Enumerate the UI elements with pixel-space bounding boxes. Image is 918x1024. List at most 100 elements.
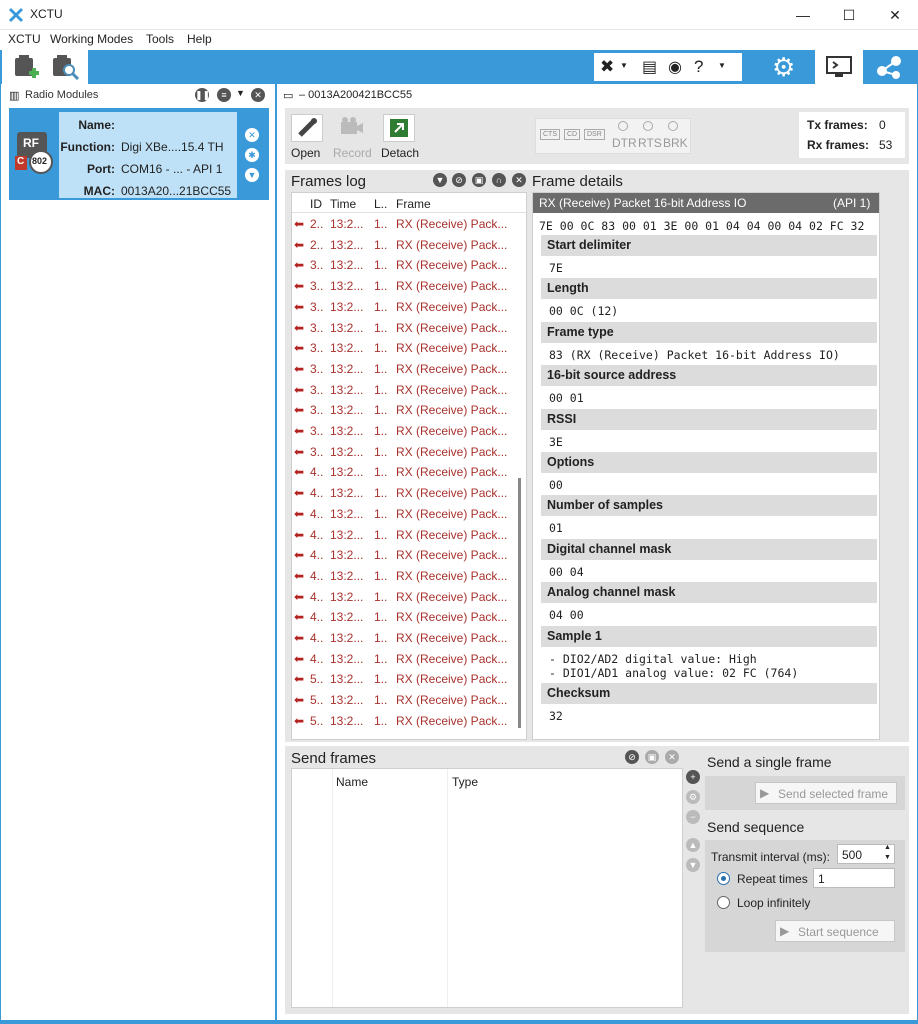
discover-modules-icon[interactable] (50, 54, 80, 80)
spinner-down-icon[interactable]: ▼ (884, 854, 891, 861)
table-row[interactable]: ⬅ 5.. 13:2... 1.. RX (Receive) Pack... (292, 689, 514, 710)
menu-help[interactable]: Help (187, 32, 212, 46)
close-button[interactable]: ✕ (872, 0, 918, 30)
dtr-led[interactable] (618, 121, 628, 131)
table-row[interactable]: ⬅ 3.. 13:2... 1.. RX (Receive) Pack... (292, 399, 514, 420)
table-row[interactable]: ⬅ 3.. 13:2... 1.. RX (Receive) Pack... (292, 441, 514, 462)
console-tab-title[interactable]: – 0013A200421BCC55 (299, 89, 412, 101)
c-badge: C (17, 156, 25, 167)
col-length[interactable]: L.. (374, 197, 387, 211)
minimize-button[interactable]: — (780, 0, 826, 30)
table-row[interactable]: ⬅ 3.. 13:2... 1.. RX (Receive) Pack... (292, 337, 514, 358)
send-selected-frame-button[interactable]: ▶ Send selected frame (755, 782, 897, 804)
row-frame: RX (Receive) Pack... (396, 548, 508, 563)
chevron-down-icon[interactable]: ▼ (236, 88, 245, 98)
table-row[interactable]: ⬅ 4.. 13:2... 1.. RX (Receive) Pack... (292, 461, 514, 482)
table-row[interactable]: ⬅ 5.. 13:2... 1.. RX (Receive) Pack... (292, 710, 514, 731)
remove-module-icon[interactable]: ✕ (245, 128, 259, 142)
save-icon: ▣ (645, 750, 659, 764)
consoles-mode-tab[interactable] (815, 50, 863, 84)
table-row[interactable]: ⬅ 3.. 13:2... 1.. RX (Receive) Pack... (292, 358, 514, 379)
lock-icon[interactable]: ∩ (492, 173, 506, 187)
row-frame: RX (Receive) Pack... (396, 672, 508, 687)
configuration-mode-icon[interactable]: ⚙ (772, 52, 795, 83)
row-id: 5.. (310, 713, 324, 728)
network-mode-icon[interactable] (874, 53, 904, 81)
table-row[interactable]: ⬅ 4.. 13:2... 1.. RX (Receive) Pack... (292, 544, 514, 565)
move-up-icon: ▲ (686, 838, 700, 852)
table-row[interactable]: ⬅ 4.. 13:2... 1.. RX (Receive) Pack... (292, 627, 514, 648)
clear-icon[interactable]: ⊘ (452, 173, 466, 187)
open-connection-icon[interactable] (291, 114, 323, 142)
table-row[interactable]: ⬅ 3.. 13:2... 1.. RX (Receive) Pack... (292, 296, 514, 317)
remove-all-icon[interactable]: ✕ (251, 88, 265, 102)
transmit-interval-input[interactable]: 500 ▲ ▼ (837, 844, 895, 864)
table-row[interactable]: ⬅ 5.. 13:2... 1.. RX (Receive) Pack... (292, 668, 514, 689)
frames-log-scrollbar[interactable] (518, 478, 521, 728)
table-row[interactable]: ⬅ 3.. 13:2... 1.. RX (Receive) Pack... (292, 275, 514, 296)
start-sequence-button[interactable]: ▶ Start sequence (775, 920, 895, 942)
add-module-icon[interactable] (12, 54, 42, 80)
menu-tools[interactable]: Tools (146, 32, 174, 46)
detail-section-value: 01 (549, 521, 563, 536)
table-row[interactable]: ⬅ 4.. 13:2... 1.. RX (Receive) Pack... (292, 586, 514, 607)
repeat-times-radio[interactable] (717, 872, 730, 885)
table-row[interactable]: ⬅ 4.. 13:2... 1.. RX (Receive) Pack... (292, 482, 514, 503)
col-type[interactable]: Type (452, 775, 478, 789)
save-icon[interactable]: ▣ (472, 173, 486, 187)
col-id[interactable]: ID (310, 197, 322, 211)
table-row[interactable]: ⬅ 3.. 13:2... 1.. RX (Receive) Pack... (292, 420, 514, 441)
detach-icon[interactable] (383, 114, 415, 142)
menu-xctu[interactable]: XCTU (8, 32, 41, 46)
send-frames-list[interactable]: Name Type (291, 768, 683, 1008)
table-row[interactable]: ⬅ 4.. 13:2... 1.. RX (Receive) Pack... (292, 503, 514, 524)
spinner-up-icon[interactable]: ▲ (884, 844, 891, 851)
row-time: 13:2... (330, 299, 364, 314)
sort-icon[interactable]: ≡ (217, 88, 231, 102)
frames-generator-icon[interactable]: ▤ (642, 57, 657, 77)
more-icon[interactable]: ▼ (245, 168, 259, 182)
console-toolbar: Open Record Detach CTS CD DSR DTR RTS BR… (285, 108, 909, 164)
table-row[interactable]: ⬅ 4.. 13:2... 1.. RX (Receive) Pack... (292, 565, 514, 586)
chat-icon[interactable]: ◉ (668, 57, 682, 77)
loop-infinitely-radio[interactable] (717, 896, 730, 909)
filter-icon[interactable]: ▼ (433, 173, 447, 187)
row-length: 1.. (374, 403, 388, 418)
table-row[interactable]: ⬅ 4.. 13:2... 1.. RX (Receive) Pack... (292, 648, 514, 669)
open-button[interactable]: Open (291, 146, 320, 160)
row-length: 1.. (374, 341, 388, 356)
help-icon[interactable]: ? (694, 57, 703, 77)
network-icon[interactable]: ✱ (245, 148, 259, 162)
table-row[interactable]: ⬅ 4.. 13:2... 1.. RX (Receive) Pack... (292, 606, 514, 627)
tools-icon[interactable]: ✖ (600, 57, 614, 77)
pause-icon[interactable]: ❚❚ (195, 88, 210, 102)
col-name[interactable]: Name (336, 775, 368, 789)
detach-button[interactable]: Detach (381, 146, 419, 160)
table-row[interactable]: ⬅ 2.. 13:2... 1.. RX (Receive) Pack... (292, 213, 514, 234)
clear-icon[interactable]: ⊘ (625, 750, 639, 764)
col-frame[interactable]: Frame (396, 197, 431, 211)
menu-working-modes[interactable]: Working Modes (50, 32, 133, 46)
row-length: 1.. (374, 527, 388, 542)
repeat-times-input[interactable]: 1 (813, 868, 895, 888)
row-time: 13:2... (330, 237, 364, 252)
window-title: XCTU (30, 7, 63, 21)
tx-frames-label: Tx frames: (807, 118, 868, 132)
radio-module-card[interactable]: RF C 802 Name: Function: Digi XBe....15.4… (9, 108, 269, 200)
table-row[interactable]: ⬅ 4.. 13:2... 1.. RX (Receive) Pack... (292, 524, 514, 545)
table-row[interactable]: ⬅ 2.. 13:2... 1.. RX (Receive) Pack... (292, 234, 514, 255)
close-icon[interactable]: ✕ (512, 173, 526, 187)
chevron-down-icon[interactable]: ▼ (620, 61, 628, 70)
add-frame-icon[interactable]: + (686, 770, 700, 784)
chevron-down-icon[interactable]: ▼ (718, 61, 726, 70)
col-time[interactable]: Time (330, 197, 356, 211)
row-frame: RX (Receive) Pack... (396, 610, 508, 625)
brk-led[interactable] (668, 121, 678, 131)
table-row[interactable]: ⬅ 3.. 13:2... 1.. RX (Receive) Pack... (292, 254, 514, 275)
table-row[interactable]: ⬅ 3.. 13:2... 1.. RX (Receive) Pack... (292, 379, 514, 400)
rts-led[interactable] (643, 121, 653, 131)
maximize-button[interactable]: ☐ (826, 0, 872, 30)
send-selected-label: Send selected frame (778, 787, 889, 801)
received-arrow-icon: ⬅ (294, 631, 305, 645)
table-row[interactable]: ⬅ 3.. 13:2... 1.. RX (Receive) Pack... (292, 317, 514, 338)
